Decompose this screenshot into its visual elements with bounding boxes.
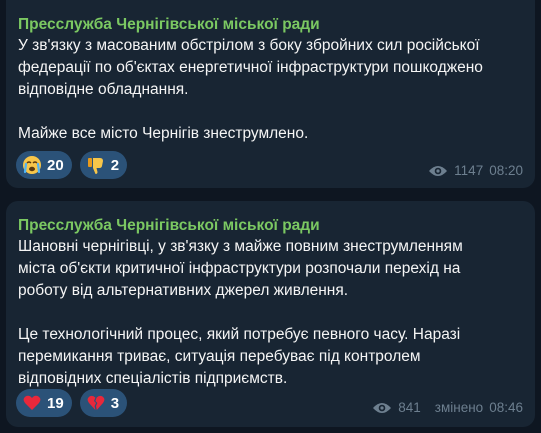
post-meta: 841 змінено 08:46 [372, 400, 523, 415]
reaction-count: 19 [47, 394, 64, 412]
red-heart-icon [23, 395, 41, 410]
post-time: 08:20 [489, 163, 523, 178]
reaction-count: 20 [47, 156, 64, 174]
post-sender-name[interactable]: Пресслужба Чернігівської міської ради [18, 15, 523, 35]
views-count: 1147 [454, 163, 484, 178]
crying-face-icon [23, 156, 41, 174]
channel-post[interactable]: Пресслужба Чернігівської міської ради Ша… [6, 201, 535, 427]
reactions-bar: 19 3 [16, 389, 128, 417]
reaction-count: 2 [110, 156, 120, 174]
views-eye-icon [429, 165, 448, 176]
thumbs-down-icon [87, 158, 103, 174]
post-sender-name[interactable]: Пресслужба Чернігівської міської ради [18, 216, 523, 236]
reactions-bar: 20 2 [16, 151, 128, 179]
post-time: 08:46 [489, 400, 523, 415]
views-eye-icon [373, 402, 392, 413]
post-meta: 1147 08:20 [428, 163, 523, 178]
reaction-count: 3 [110, 394, 120, 412]
post-text: Шановні чернігівці, у зв'язку з майже по… [18, 238, 463, 387]
channel-post[interactable]: Пресслужба Чернігівської міської ради У … [6, 0, 535, 188]
reaction-crying[interactable]: 20 [16, 151, 72, 179]
reaction-heart[interactable]: 19 [16, 389, 72, 417]
reaction-thumbs-down[interactable]: 2 [79, 151, 128, 179]
broken-heart-icon [87, 395, 105, 410]
reaction-broken-heart[interactable]: 3 [79, 389, 128, 417]
edited-label: змінено [434, 400, 484, 415]
views-count: 841 [398, 400, 421, 415]
post-text: У зв'язку з масованим обстрілом з боку з… [18, 37, 483, 142]
